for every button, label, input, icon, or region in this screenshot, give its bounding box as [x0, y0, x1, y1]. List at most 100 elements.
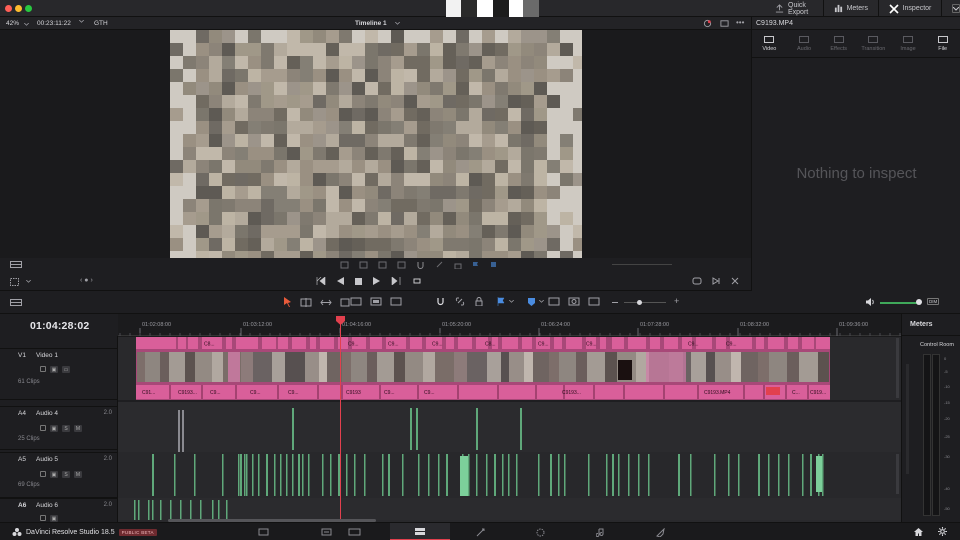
- position-lock-icon[interactable]: [475, 297, 483, 306]
- play-reverse-icon[interactable]: [337, 277, 344, 285]
- auto-select-button[interactable]: ▣: [50, 425, 58, 432]
- play-icon[interactable]: [373, 277, 380, 285]
- frame-pixel: [456, 160, 469, 173]
- track-name[interactable]: Audio 4: [36, 410, 58, 417]
- go-to-start-icon[interactable]: [316, 277, 326, 285]
- fusion-page-button[interactable]: [450, 523, 510, 540]
- timeline-canvas[interactable]: 01:02:08:00 01:03:12:00 01:04:16:00 01:05:2…: [118, 314, 901, 522]
- tab-audio[interactable]: Audio: [787, 30, 822, 57]
- chevron-down-icon[interactable]: [24, 23, 29, 26]
- chevron-down-icon[interactable]: [952, 4, 960, 13]
- frame-pixel: [417, 225, 430, 238]
- detail-zoom-icon[interactable]: [568, 297, 580, 306]
- filmstrip-icon[interactable]: [10, 261, 22, 268]
- tab-video[interactable]: Video: [752, 30, 787, 57]
- loop-icon[interactable]: [412, 277, 422, 285]
- fairlight-page-button[interactable]: [570, 523, 630, 540]
- frame-pixel: [326, 56, 339, 69]
- trim-mode-icon[interactable]: [300, 297, 312, 307]
- custom-zoom-icon[interactable]: [588, 297, 600, 306]
- zoom-out-icon[interactable]: [612, 302, 618, 303]
- chevron-down-icon[interactable]: [509, 300, 514, 303]
- lock-icon[interactable]: [40, 366, 46, 372]
- minimize-window-button[interactable]: [15, 5, 22, 12]
- go-to-end-icon[interactable]: [391, 277, 401, 285]
- chevron-down-icon[interactable]: [539, 300, 544, 303]
- lock-icon[interactable]: [40, 515, 46, 521]
- replace-clip-icon[interactable]: [390, 297, 402, 306]
- inspector-button[interactable]: Inspector: [903, 5, 932, 12]
- zoom-slider[interactable]: [624, 302, 666, 303]
- mute-button[interactable]: M: [74, 471, 82, 478]
- viewer-mode-icon[interactable]: [720, 19, 729, 28]
- marker-icon[interactable]: [528, 297, 535, 306]
- quick-export-button[interactable]: Quick Export: [788, 2, 813, 16]
- solo-button[interactable]: S: [62, 425, 70, 432]
- frame-pixel: [430, 173, 443, 186]
- media-page-button[interactable]: [233, 523, 293, 540]
- tab-file[interactable]: File: [925, 30, 960, 57]
- tab-image[interactable]: Image: [891, 30, 926, 57]
- chevron-down-icon[interactable]: [395, 22, 400, 25]
- timeline-name[interactable]: Timeline 1: [355, 20, 387, 27]
- dynamic-trim-icon[interactable]: [320, 298, 332, 307]
- deliver-page-button[interactable]: [630, 523, 690, 540]
- viewer-layout-icon[interactable]: [10, 278, 19, 286]
- tab-effects[interactable]: Effects: [821, 30, 856, 57]
- volume-slider[interactable]: [880, 302, 918, 304]
- close-icon[interactable]: [731, 277, 739, 285]
- meters-button[interactable]: Meters: [847, 5, 868, 12]
- track-name[interactable]: Audio 6: [36, 502, 58, 509]
- track-enable-button[interactable]: ▭: [62, 366, 70, 373]
- speaker-icon[interactable]: [866, 298, 875, 306]
- audio-clip-a6: [160, 500, 162, 520]
- auto-select-button[interactable]: ▣: [50, 366, 58, 373]
- volume-slider-handle[interactable]: [916, 299, 922, 305]
- snapping-icon[interactable]: [436, 297, 445, 306]
- redacted-block: [493, 0, 509, 17]
- zoom-level[interactable]: 42%: [6, 20, 19, 27]
- linked-selection-icon[interactable]: [455, 297, 465, 306]
- lock-icon[interactable]: [40, 425, 46, 431]
- zoom-slider-handle[interactable]: [637, 300, 642, 305]
- channel-format: 2.0: [103, 456, 112, 462]
- tab-transition[interactable]: Transition: [856, 30, 891, 57]
- frame-pixel: [495, 212, 508, 225]
- current-timecode[interactable]: 01:04:28:02: [30, 320, 89, 332]
- track-name[interactable]: Audio 5: [36, 456, 58, 463]
- settings-gear-icon[interactable]: [938, 527, 947, 536]
- zoom-in-icon[interactable]: +: [674, 296, 679, 306]
- color-sync-icon[interactable]: [703, 19, 712, 28]
- zoom-window-button[interactable]: [25, 5, 32, 12]
- insert-clip-icon[interactable]: [350, 297, 362, 306]
- video-clip-header: [236, 337, 258, 349]
- home-icon[interactable]: [914, 528, 923, 536]
- cut-page-button-alt[interactable]: [324, 523, 384, 540]
- meters-scrollbar[interactable]: [906, 364, 909, 474]
- edit-page-button[interactable]: [390, 523, 450, 540]
- dim-button[interactable]: DIM: [927, 298, 940, 305]
- overwrite-clip-icon[interactable]: [370, 297, 382, 306]
- solo-button[interactable]: S: [62, 471, 70, 478]
- auto-select-button[interactable]: ▣: [50, 515, 58, 522]
- stop-icon[interactable]: [355, 277, 362, 285]
- full-extent-zoom-icon[interactable]: [548, 297, 560, 306]
- blade-icon[interactable]: [340, 298, 350, 307]
- pointer-icon[interactable]: [284, 297, 292, 307]
- frame-pixel: [417, 238, 430, 251]
- close-window-button[interactable]: [5, 5, 12, 12]
- timeline-view-icon[interactable]: [10, 299, 22, 306]
- track-name[interactable]: Video 1: [36, 352, 58, 359]
- jog-control[interactable]: ‹ ● ›: [80, 277, 93, 284]
- chevron-down-icon[interactable]: [26, 280, 31, 283]
- next-clip-icon[interactable]: [712, 277, 721, 285]
- more-options-icon[interactable]: •••: [736, 18, 744, 27]
- flag-icon[interactable]: [497, 297, 505, 306]
- color-page-button[interactable]: [510, 523, 570, 540]
- match-frame-icon[interactable]: [692, 277, 702, 285]
- audio-clip-a5: [428, 454, 430, 496]
- chevron-down-icon[interactable]: [79, 20, 84, 23]
- lock-icon[interactable]: [40, 471, 46, 477]
- mute-button[interactable]: M: [74, 425, 82, 432]
- auto-select-button[interactable]: ▣: [50, 471, 58, 478]
